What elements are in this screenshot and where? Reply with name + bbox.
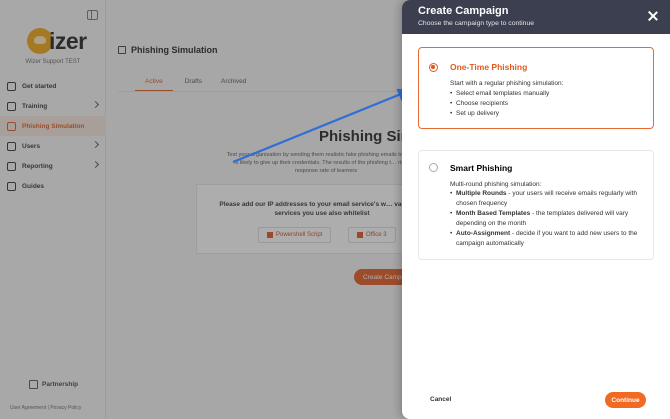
option-intro: Start with a regular phishing simulation… [450,80,564,87]
list-item: Multiple Rounds - your users will receiv… [450,189,650,209]
option-title: One-Time Phishing [450,62,528,72]
modal-subtitle: Choose the campaign type to continue [418,20,535,27]
cancel-button[interactable]: Cancel [430,396,451,403]
list-item: Auto-Assignment - decide if you want to … [450,229,650,249]
list-item: Month Based Templates - the templates de… [450,209,650,229]
radio-one-time-phishing[interactable] [429,63,438,72]
close-icon[interactable] [648,11,658,21]
option-one-time-phishing[interactable]: One-Time Phishing Start with a regular p… [418,47,654,129]
option-smart-phishing[interactable]: Smart Phishing Multi-round phishing simu… [418,150,654,260]
option-bullets: Multiple Rounds - your users will receiv… [450,189,650,249]
list-item: Select email templates manually [450,89,650,99]
list-item: Set up delivery [450,109,650,119]
create-campaign-modal: Create Campaign Choose the campaign type… [402,0,670,419]
radio-smart-phishing[interactable] [429,163,438,172]
continue-button[interactable]: Continue [605,392,646,408]
option-title: Smart Phishing [450,163,513,173]
modal-header: Create Campaign Choose the campaign type… [402,0,670,34]
modal-title: Create Campaign [418,5,509,17]
list-item: Choose recipients [450,99,650,109]
option-bullets: Select email templates manually Choose r… [450,89,650,119]
option-intro: Multi-round phishing simulation: [450,181,542,188]
